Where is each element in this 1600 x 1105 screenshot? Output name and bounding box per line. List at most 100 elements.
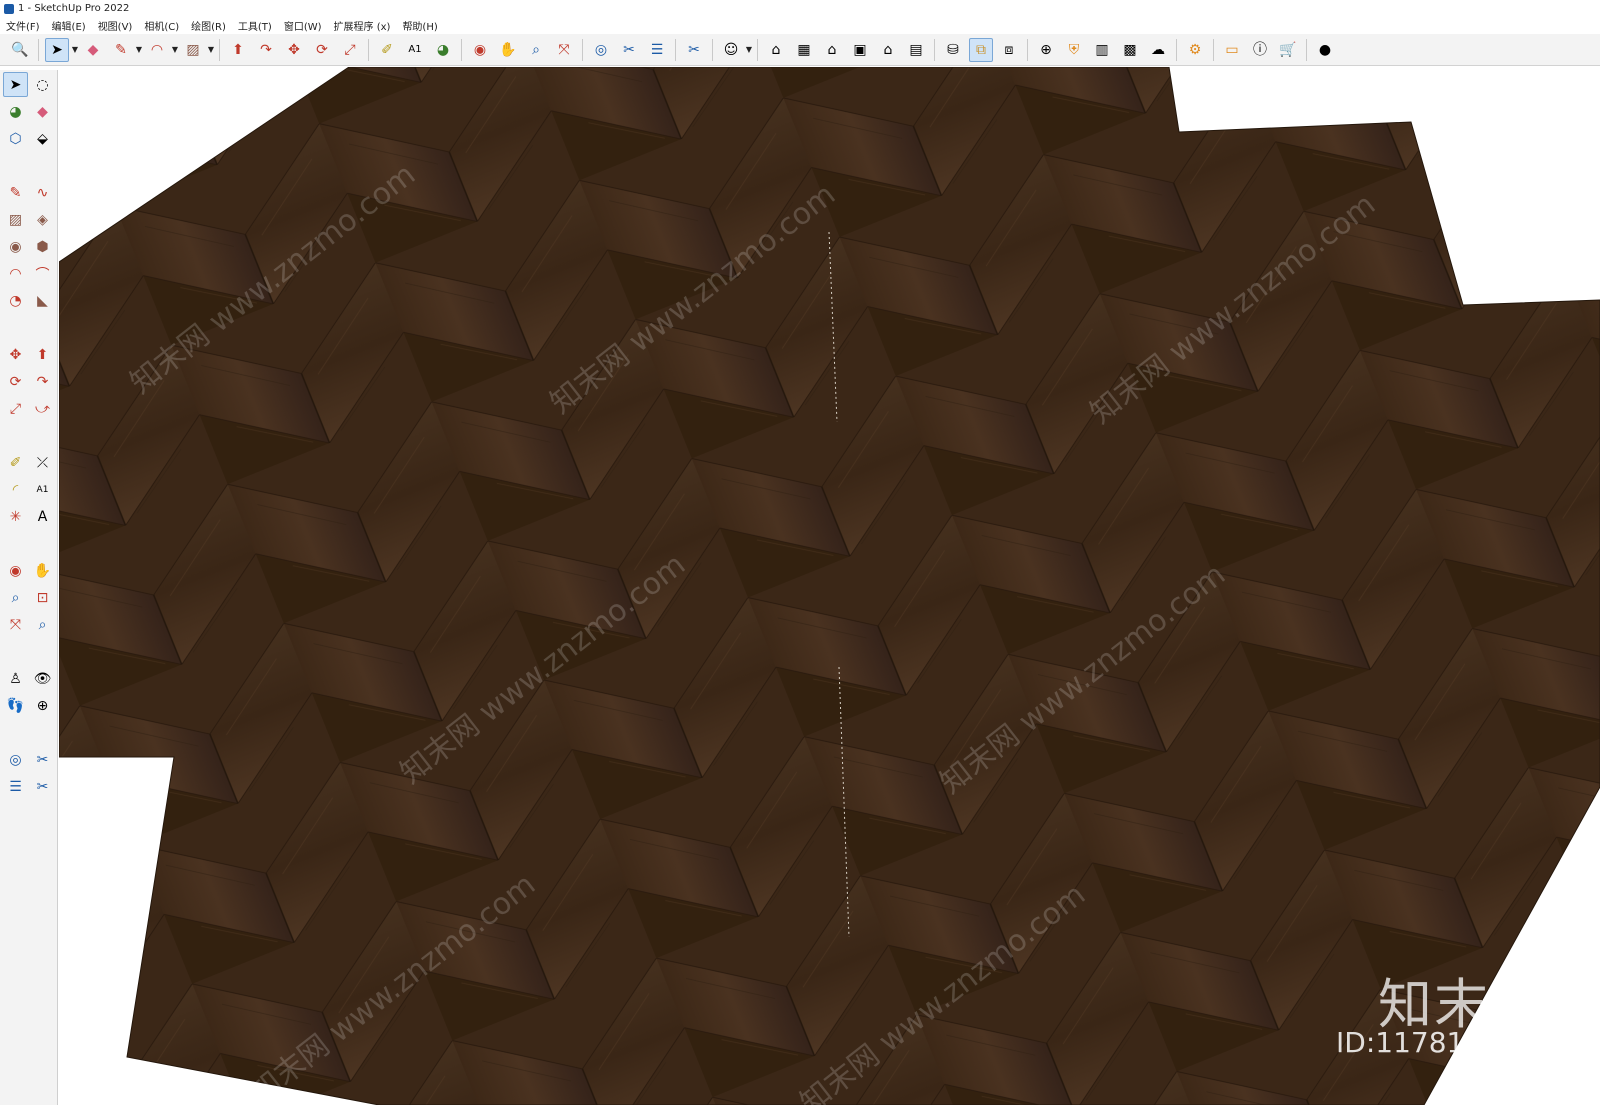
cloud-icon[interactable]: ☁	[1146, 38, 1170, 62]
profile-icon[interactable]: ☺	[719, 38, 743, 62]
section-icon[interactable]: ⧈	[997, 38, 1021, 62]
pan-icon[interactable]: ✋	[496, 38, 520, 62]
zoom-window-icon[interactable]: ⊡	[30, 585, 55, 610]
home-icon[interactable]: ⌂	[820, 38, 844, 62]
two-point-arc-icon[interactable]: ⌒	[30, 261, 55, 286]
pie-icon[interactable]: ◔	[3, 288, 28, 313]
look-around-icon[interactable]: 👁	[30, 666, 55, 691]
arc-icon[interactable]: ◠	[145, 38, 169, 62]
paint-bucket-icon[interactable]: ◕	[3, 99, 28, 124]
rotate-icon[interactable]: ⟳	[310, 38, 334, 62]
text-icon[interactable]: A1	[30, 477, 55, 502]
checker-icon[interactable]: ▩	[1118, 38, 1142, 62]
walk-icon[interactable]: 👣	[3, 693, 28, 718]
eraser-icon[interactable]: ◆	[81, 38, 105, 62]
sandbox-drape-icon[interactable]: ✂	[30, 774, 55, 799]
cart-icon[interactable]: 🛒	[1276, 38, 1300, 62]
menu-tools[interactable]: 工具(T)	[232, 18, 278, 33]
account-icon[interactable]: ●	[1313, 38, 1337, 62]
zoom-extents-icon[interactable]: ⤧	[552, 38, 576, 62]
info-icon[interactable]: ⓘ	[1248, 38, 1272, 62]
report-icon[interactable]: ▥	[1090, 38, 1114, 62]
tag-icon[interactable]: ⬙	[30, 126, 55, 151]
freehand-icon[interactable]: ∿	[30, 180, 55, 205]
section-plane-icon[interactable]: ⊕	[30, 693, 55, 718]
polygon-icon[interactable]: ⬢	[30, 234, 55, 259]
components-icon[interactable]: ▦	[792, 38, 816, 62]
rotated-rectangle-icon[interactable]: ◈	[30, 207, 55, 232]
chevron-down-icon[interactable]: ▼	[135, 38, 143, 62]
arc-icon[interactable]: ◠	[3, 261, 28, 286]
message-icon[interactable]: ▭	[1220, 38, 1244, 62]
rotate-icon[interactable]: ⟳	[3, 369, 28, 394]
three-point-arc-icon[interactable]: ◣	[30, 288, 55, 313]
add-circle-icon[interactable]: ⊕	[1034, 38, 1058, 62]
selection-tool-icon[interactable]: ⧉	[969, 37, 993, 62]
3d-text-icon[interactable]: A	[30, 504, 55, 529]
menu-window[interactable]: 窗口(W)	[278, 18, 328, 33]
rectangle-icon[interactable]: ▨	[3, 207, 28, 232]
protractor-icon[interactable]: ◜	[3, 477, 28, 502]
previous-view-icon[interactable]: ⌕	[30, 612, 55, 637]
pencil-icon[interactable]: ✎	[109, 38, 133, 62]
zoom-icon[interactable]: ⌕	[3, 585, 28, 610]
model-viewport[interactable]: 知末网 www.znzmo.com 知末网 www.znzmo.com 知末网 …	[59, 67, 1600, 1105]
sandbox-icon[interactable]: ◎	[589, 38, 613, 62]
building-icon[interactable]: ▣	[848, 38, 872, 62]
select-icon[interactable]: ➤	[3, 72, 28, 97]
tape-measure-icon[interactable]: ✐	[3, 450, 28, 475]
chevron-down-icon[interactable]: ▼	[71, 38, 79, 62]
orbit-icon[interactable]: ◉	[3, 558, 28, 583]
follow-me-icon[interactable]: ↷	[254, 38, 278, 62]
menu-camera[interactable]: 相机(C)	[138, 18, 185, 33]
pencil-icon[interactable]: ✎	[3, 180, 28, 205]
text-icon[interactable]: A1	[403, 38, 427, 62]
shield-icon[interactable]: ⛨	[1062, 38, 1086, 62]
eraser-icon[interactable]: ◆	[30, 99, 55, 124]
paint-bucket-icon[interactable]: ◕	[431, 38, 455, 62]
warehouse-icon[interactable]: ⌂	[764, 38, 788, 62]
menu-view[interactable]: 视图(V)	[92, 18, 139, 33]
chevron-down-icon[interactable]: ▼	[207, 38, 215, 62]
position-camera-icon[interactable]: ♙	[3, 666, 28, 691]
scale-icon[interactable]: ⤢	[3, 396, 28, 421]
move-icon[interactable]: ✥	[282, 38, 306, 62]
components-icon[interactable]: ⬡	[3, 126, 28, 151]
search-icon[interactable]: 🔍	[8, 38, 32, 62]
sandbox-smoove-icon[interactable]: ✂	[617, 38, 641, 62]
dimension-icon[interactable]: ✂	[682, 38, 706, 62]
chevron-down-icon[interactable]: ▼	[171, 38, 179, 62]
lasso-icon[interactable]: ◌	[30, 72, 55, 97]
chevron-down-icon[interactable]: ▼	[745, 38, 753, 62]
axes-icon[interactable]: ✳	[3, 504, 28, 529]
menu-help[interactable]: 帮助(H)	[396, 18, 443, 33]
layers-icon[interactable]: ☰	[3, 774, 28, 799]
pan-icon[interactable]: ✋	[30, 558, 55, 583]
circle-icon[interactable]: ◉	[3, 234, 28, 259]
orbit-icon[interactable]: ◉	[468, 38, 492, 62]
toolbar-separator	[675, 38, 676, 61]
sandbox-smoove-icon[interactable]: ✂	[30, 747, 55, 772]
layers-icon[interactable]: ☰	[645, 38, 669, 62]
settings-icon[interactable]: ⚙	[1183, 38, 1207, 62]
menu-extensions[interactable]: 扩展程序 (x)	[328, 18, 397, 33]
storage-icon[interactable]: ▤	[904, 38, 928, 62]
sandbox-icon[interactable]: ◎	[3, 747, 28, 772]
zoom-extents-icon[interactable]: ⤧	[3, 612, 28, 637]
push-pull-icon[interactable]: ⬆	[30, 342, 55, 367]
follow-me-icon[interactable]: ↷	[30, 369, 55, 394]
rectangle-icon[interactable]: ▨	[181, 38, 205, 62]
house-outline-icon[interactable]: ⌂	[876, 38, 900, 62]
zoom-icon[interactable]: ⌕	[524, 38, 548, 62]
menu-edit[interactable]: 编辑(E)	[46, 18, 92, 33]
menu-draw[interactable]: 绘图(R)	[185, 18, 232, 33]
move-icon[interactable]: ✥	[3, 342, 28, 367]
push-pull-icon[interactable]: ⬆	[226, 38, 250, 62]
scale-icon[interactable]: ⤢	[338, 38, 362, 62]
tape-measure-icon[interactable]: ✐	[375, 38, 399, 62]
dimension-icon[interactable]: ⤫	[30, 450, 55, 475]
menu-file[interactable]: 文件(F)	[0, 18, 46, 33]
offset-icon[interactable]: ⤻	[30, 396, 55, 421]
check-material-icon[interactable]: ⛁	[941, 38, 965, 62]
select-icon[interactable]: ➤	[45, 37, 69, 62]
